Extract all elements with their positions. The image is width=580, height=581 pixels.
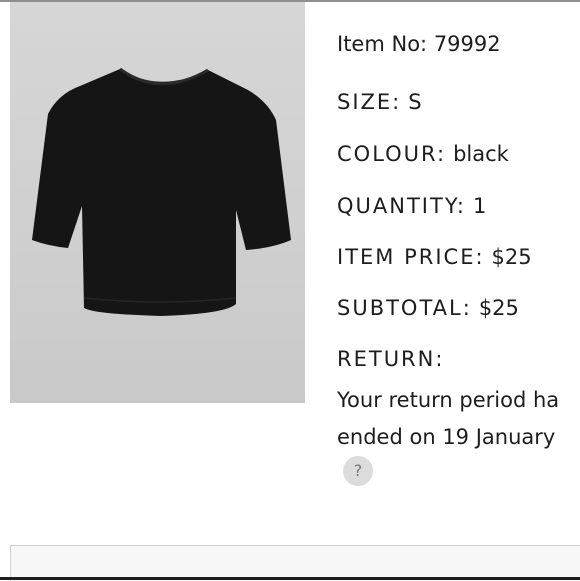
subtotal-value: $25 bbox=[478, 296, 519, 320]
product-image[interactable] bbox=[10, 2, 305, 403]
size-value: S bbox=[408, 90, 422, 114]
subtotal-row: SUBTOTAL: $25 bbox=[337, 296, 519, 321]
colour-label: COLOUR: bbox=[337, 142, 447, 166]
bottom-panel bbox=[10, 545, 580, 581]
return-message-line-2: ended on 19 January bbox=[337, 425, 556, 449]
item-price-value: $25 bbox=[491, 245, 532, 269]
return-message-line-1: Your return period ha bbox=[337, 388, 560, 412]
tshirt-image bbox=[32, 67, 291, 316]
quantity-label: QUANTITY: bbox=[337, 194, 466, 218]
return-message: Your return period ha ended on 19 Januar… bbox=[337, 382, 580, 456]
size-row: SIZE: S bbox=[337, 90, 422, 115]
item-number-label: Item No: bbox=[337, 32, 428, 56]
item-price-label: ITEM PRICE: bbox=[337, 245, 485, 269]
item-details: Item No: 79992 SIZE: S COLOUR: black QUA… bbox=[337, 0, 580, 500]
item-price-row: ITEM PRICE: $25 bbox=[337, 245, 532, 270]
return-label: RETURN: bbox=[337, 347, 445, 371]
quantity-value: 1 bbox=[472, 194, 487, 218]
subtotal-label: SUBTOTAL: bbox=[337, 296, 472, 320]
quantity-row: QUANTITY: 1 bbox=[337, 194, 486, 219]
help-icon[interactable]: ? bbox=[343, 456, 373, 486]
colour-row: COLOUR: black bbox=[337, 142, 509, 167]
tshirt-body bbox=[32, 69, 291, 316]
size-label: SIZE: bbox=[337, 90, 402, 114]
return-row: RETURN: bbox=[337, 347, 444, 372]
item-number-value: 79992 bbox=[433, 32, 501, 56]
item-number: Item No: 79992 bbox=[337, 32, 501, 56]
colour-value: black bbox=[453, 142, 509, 166]
